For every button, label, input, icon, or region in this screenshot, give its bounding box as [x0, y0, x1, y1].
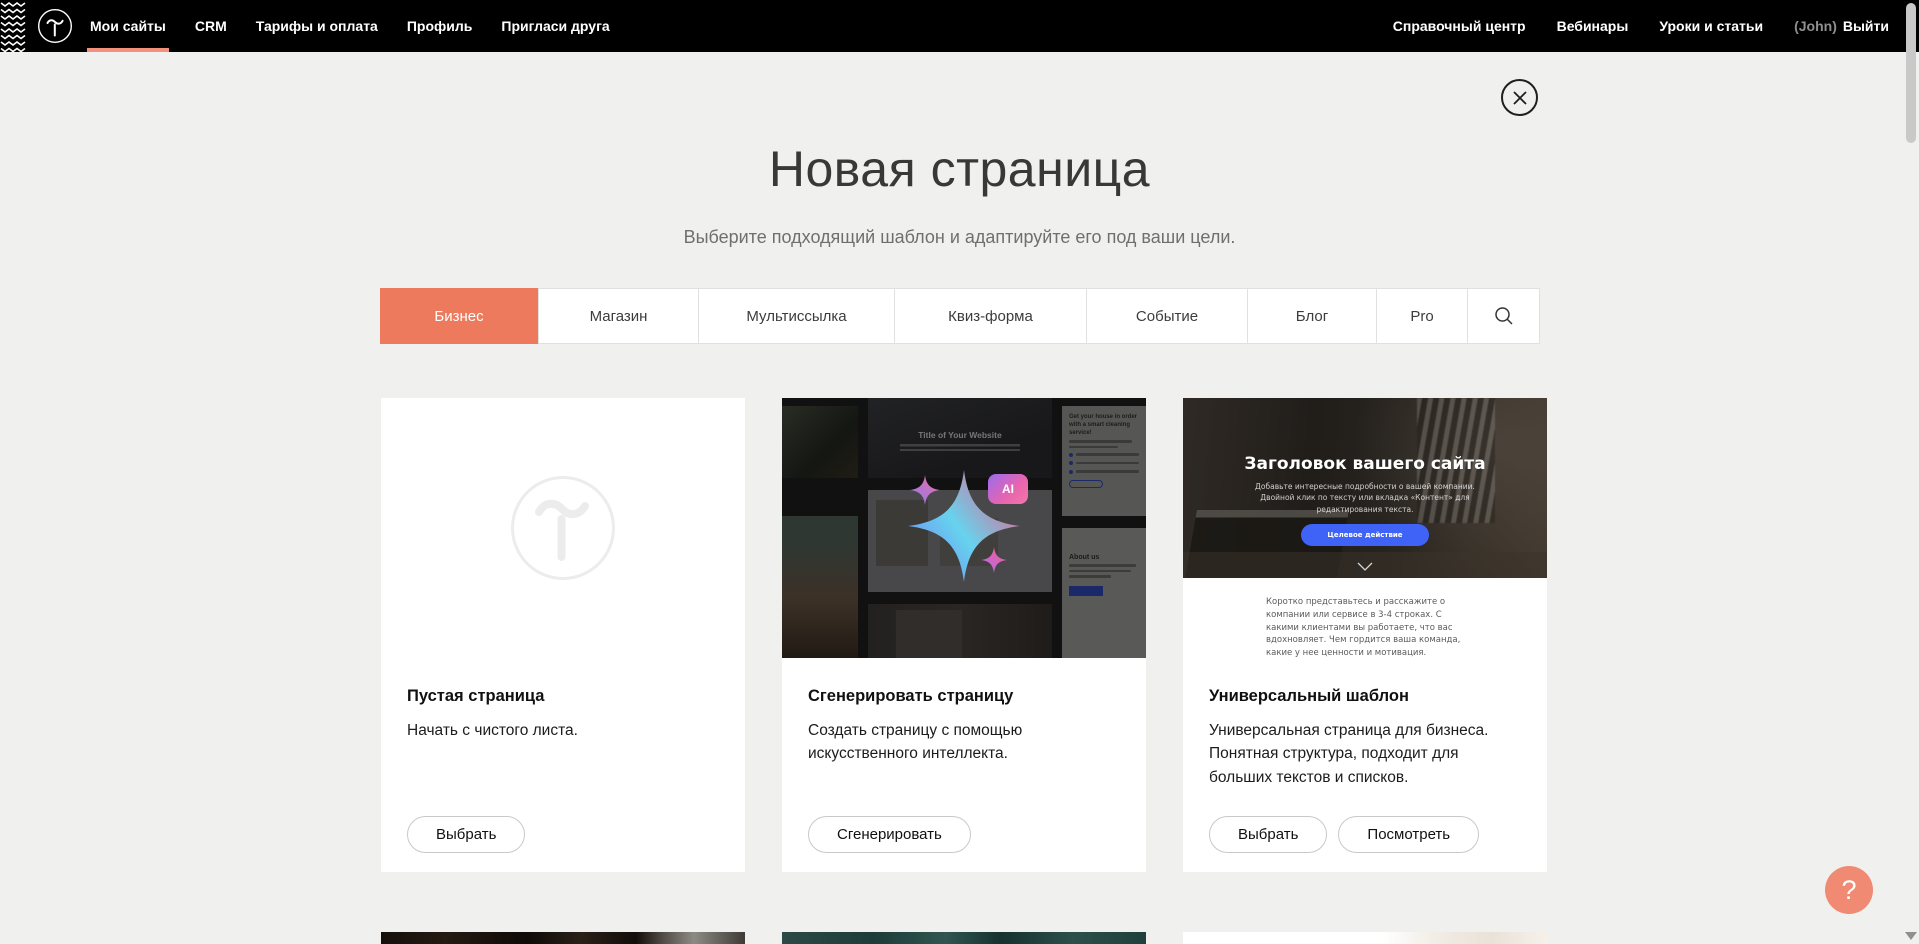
nav-item-label: Уроки и статьи [1659, 18, 1763, 34]
nav-item-label: Профиль [407, 18, 473, 34]
template-body-preview: Коротко представьтесь и расскажите о ком… [1183, 578, 1547, 658]
tab-pro[interactable]: Pro [1377, 288, 1468, 344]
template-category-tabs: Бизнес Магазин Мультиссылка Квиз-форма С… [380, 288, 1540, 344]
card-description: Создать страницу с помощью искусственног… [808, 719, 1120, 766]
tab-business[interactable]: Бизнес [380, 288, 538, 344]
card-preview-partial[interactable] [1183, 932, 1547, 944]
top-nav: Мои сайты CRM Тарифы и оплата Профиль Пр… [0, 0, 1919, 52]
tab-blog[interactable]: Блог [1248, 288, 1377, 344]
card-body: Пустая страница Начать с чистого листа. [381, 658, 745, 742]
tab-label: Квиз-форма [948, 308, 1033, 325]
nav-item-label: Пригласи друга [501, 18, 609, 34]
card-ai-generate[interactable]: Title of Your Website Get your house in … [782, 398, 1146, 872]
zigzag-pattern-icon [0, 0, 26, 52]
tab-store[interactable]: Магазин [538, 288, 699, 344]
choose-button[interactable]: Выбрать [1209, 816, 1327, 853]
user-chunk: (John) Выйти [1794, 0, 1889, 52]
template-hero: Заголовок вашего сайта Добавьте интересн… [1183, 398, 1547, 578]
tab-multilink[interactable]: Мультиссылка [699, 288, 895, 344]
card-title: Универсальный шаблон [1209, 687, 1521, 706]
nav-item-label: CRM [195, 18, 227, 34]
nav-item-invite-friend[interactable]: Пригласи друга [501, 0, 609, 52]
nav-item-label: Вебинары [1557, 18, 1629, 34]
blank-page-preview [381, 398, 745, 658]
nav-left: Мои сайты CRM Тарифы и оплата Профиль Пр… [90, 0, 639, 52]
hero-title: Заголовок вашего сайта [1183, 454, 1547, 474]
close-icon [1512, 90, 1528, 106]
hero-content: Заголовок вашего сайта Добавьте интересн… [1183, 398, 1547, 578]
choose-button[interactable]: Выбрать [407, 816, 525, 853]
card-title: Сгенерировать страницу [808, 687, 1120, 706]
card-blank-page[interactable]: Пустая страница Начать с чистого листа. … [381, 398, 745, 872]
nav-right: Справочный центр Вебинары Уроки и статьи… [1362, 0, 1889, 52]
ai-sparkle-small-icon [981, 547, 1007, 573]
tab-search[interactable] [1468, 288, 1540, 344]
search-icon [1494, 306, 1514, 326]
nav-item-help-center[interactable]: Справочный центр [1393, 0, 1526, 52]
nav-item-label: Тарифы и оплата [256, 18, 378, 34]
chevron-down-icon [1357, 562, 1373, 571]
scroll-down-arrow-icon[interactable] [1905, 932, 1917, 940]
tab-label: Бизнес [434, 308, 483, 325]
card-body: Сгенерировать страницу Создать страницу … [782, 658, 1146, 766]
template-cards-row-2 [381, 932, 1547, 944]
nav-item-tariffs[interactable]: Тарифы и оплата [256, 0, 378, 52]
nav-item-label: Справочный центр [1393, 18, 1526, 34]
nav-item-crm[interactable]: CRM [195, 0, 227, 52]
tab-label: Блог [1296, 308, 1328, 325]
ai-sparkle-small-icon [910, 475, 940, 505]
generate-button[interactable]: Сгенерировать [808, 816, 971, 853]
page-subtitle: Выберите подходящий шаблон и адаптируйте… [0, 227, 1919, 248]
card-buttons: Выбрать Посмотреть [1209, 816, 1479, 853]
nav-item-label: Мои сайты [90, 18, 166, 34]
tab-quiz-form[interactable]: Квиз-форма [895, 288, 1087, 344]
page-title: Новая страница [0, 140, 1919, 198]
card-description: Начать с чистого листа. [407, 719, 719, 742]
nav-item-lessons[interactable]: Уроки и статьи [1659, 0, 1763, 52]
card-preview-partial[interactable] [782, 932, 1146, 944]
ai-badge: AI [988, 474, 1028, 504]
card-universal-template[interactable]: Заголовок вашего сайта Добавьте интересн… [1183, 398, 1547, 872]
tab-label: Событие [1136, 308, 1198, 325]
universal-template-preview: Заголовок вашего сайта Добавьте интересн… [1183, 398, 1547, 658]
nav-item-webinars[interactable]: Вебинары [1557, 0, 1629, 52]
view-button[interactable]: Посмотреть [1338, 816, 1479, 853]
scrollbar[interactable] [1902, 0, 1919, 944]
user-name: (John) [1794, 18, 1837, 34]
tab-label: Магазин [590, 308, 648, 325]
hero-cta-button: Целевое действие [1301, 524, 1429, 546]
tilda-watermark-icon [510, 475, 616, 581]
logout-link[interactable]: Выйти [1843, 18, 1889, 34]
card-description: Универсальная страница для бизнеса. Поня… [1209, 719, 1521, 789]
ai-preview: Title of Your Website Get your house in … [782, 398, 1146, 658]
template-body-text: Коротко представьтесь и расскажите о ком… [1266, 596, 1464, 658]
close-button[interactable] [1501, 79, 1538, 116]
help-button[interactable]: ? [1825, 866, 1873, 914]
tab-event[interactable]: Событие [1087, 288, 1248, 344]
nav-item-my-sites[interactable]: Мои сайты [90, 0, 166, 52]
scrollbar-thumb[interactable] [1906, 3, 1916, 143]
tab-label: Мультиссылка [746, 308, 846, 325]
hero-subtitle: Добавьте интересные подробности о вашей … [1240, 481, 1490, 515]
template-cards-row: Пустая страница Начать с чистого листа. … [381, 398, 1547, 872]
card-body: Универсальный шаблон Универсальная стран… [1183, 658, 1547, 789]
tilda-logo-icon[interactable] [37, 8, 73, 44]
card-title: Пустая страница [407, 687, 719, 706]
tab-label: Pro [1410, 308, 1433, 325]
card-buttons: Выбрать [407, 816, 525, 853]
card-buttons: Сгенерировать [808, 816, 971, 853]
nav-item-profile[interactable]: Профиль [407, 0, 473, 52]
card-preview-partial[interactable] [381, 932, 745, 944]
